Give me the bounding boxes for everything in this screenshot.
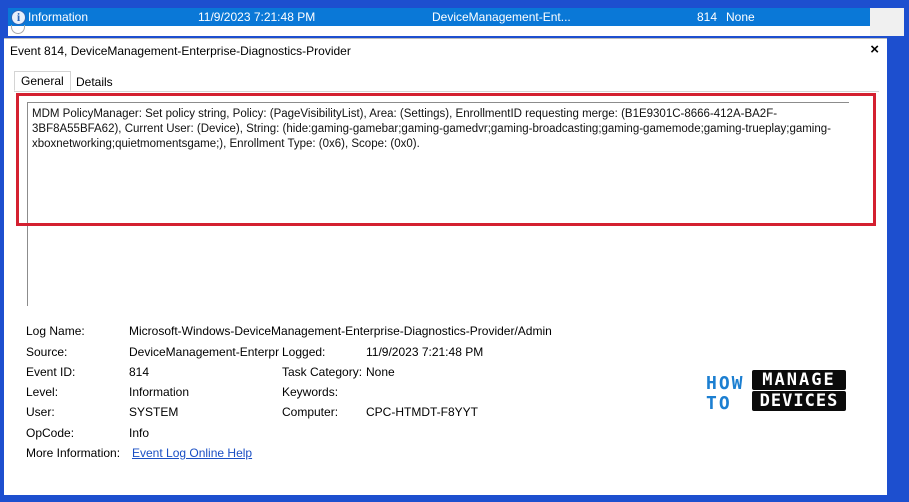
event-details-panel: Event 814, DeviceManagement-Enterprise-D… xyxy=(4,38,887,495)
row-level: Information xyxy=(28,10,89,24)
keywords-label: Keywords: xyxy=(282,385,339,399)
logo-to: TO xyxy=(706,393,732,414)
more-information-label: More Information: xyxy=(26,446,121,460)
tab-general[interactable]: General xyxy=(14,71,71,91)
log-name-value: Microsoft-Windows-DeviceManagement-Enter… xyxy=(129,324,552,338)
information-icon-partial xyxy=(11,25,25,34)
computer-value: CPC-HTMDT-F8YYT xyxy=(366,405,478,419)
logged-label: Logged: xyxy=(282,345,326,359)
event-id-label: Event ID: xyxy=(26,365,76,379)
information-icon: i xyxy=(11,10,26,25)
task-category-label: Task Category: xyxy=(282,365,363,379)
logo-how: HOW xyxy=(706,373,745,394)
opcode-value: Info xyxy=(129,426,150,440)
row-task-category: None xyxy=(726,10,755,24)
event-log-online-help-link[interactable]: Event Log Online Help xyxy=(132,446,252,460)
close-button[interactable]: × xyxy=(870,41,879,58)
opcode-label: OpCode: xyxy=(26,426,75,440)
event-description: MDM PolicyManager: Set policy string, Po… xyxy=(32,108,831,150)
user-label: User: xyxy=(26,405,55,419)
how-to-manage-devices-logo: HOW TO MANAGE DEVICES xyxy=(706,369,848,414)
event-id-value: 814 xyxy=(129,365,150,379)
computer-label: Computer: xyxy=(282,405,339,419)
level-value: Information xyxy=(129,385,190,399)
description-box[interactable]: MDM PolicyManager: Set policy string, Po… xyxy=(27,102,849,306)
level-label: Level: xyxy=(26,385,59,399)
logo-manage: MANAGE xyxy=(752,370,846,390)
tab-details[interactable]: Details xyxy=(70,73,119,91)
logo-devices: DEVICES xyxy=(752,391,846,411)
row-date-time: 11/9/2023 7:21:48 PM xyxy=(198,10,316,24)
event-row-next[interactable] xyxy=(8,25,870,36)
tab-divider xyxy=(14,91,879,92)
user-value: SYSTEM xyxy=(129,405,179,419)
source-value: DeviceManagement-Enterpr xyxy=(129,345,280,359)
panel-title: Event 814, DeviceManagement-Enterprise-D… xyxy=(10,44,351,58)
row-source: DeviceManagement-Ent... xyxy=(432,10,571,24)
task-category-value: None xyxy=(366,365,395,379)
event-row-selected[interactable]: i Information 11/9/2023 7:21:48 PM Devic… xyxy=(8,8,870,26)
row-event-id: 814 xyxy=(697,10,718,24)
event-list-scrollbar[interactable] xyxy=(870,8,904,36)
source-label: Source: xyxy=(26,345,68,359)
log-name-label: Log Name: xyxy=(26,324,85,338)
logged-value: 11/9/2023 7:21:48 PM xyxy=(366,345,484,359)
